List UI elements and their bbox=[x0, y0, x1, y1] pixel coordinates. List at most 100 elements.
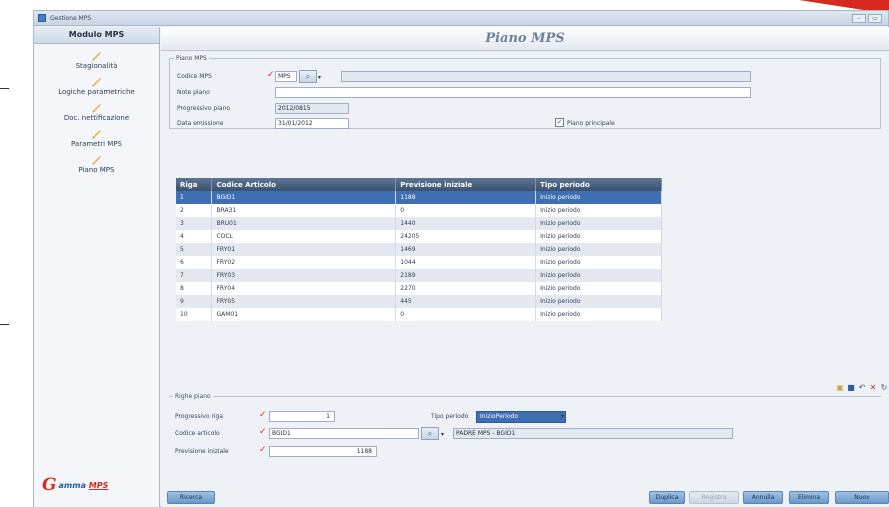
maximize-icon[interactable]: ▭ bbox=[868, 13, 882, 23]
table-cell: 24205 bbox=[395, 230, 537, 243]
table-row[interactable]: 9 FRY05 445 Inizio periodo bbox=[176, 295, 662, 308]
table-cell: Inizio periodo bbox=[535, 191, 662, 204]
elimina-button[interactable]: Elimina bbox=[789, 491, 829, 504]
save-icon[interactable]: ■ bbox=[846, 383, 856, 393]
new-row-icon[interactable]: ▣ bbox=[835, 383, 845, 393]
chevron-down-icon[interactable]: ▾ bbox=[318, 74, 321, 81]
app-window: Gestione MPS – ▭ Modulo MPS Stagionalità… bbox=[33, 10, 889, 507]
data-emissione-field[interactable]: 31/01/2012 bbox=[275, 118, 349, 129]
table-row[interactable]: 4 COCL 24205 Inizio periodo bbox=[176, 230, 662, 243]
table-cell: BGID1 bbox=[211, 191, 397, 204]
column-header[interactable]: Codice Articolo bbox=[211, 178, 397, 191]
sidebar-item-stagionalita[interactable]: Stagionalità bbox=[34, 49, 159, 70]
row-toolbar: ▣ ■ ↶ ✕ ↻ bbox=[835, 383, 889, 393]
undo-icon[interactable]: ↶ bbox=[857, 383, 867, 393]
table-row[interactable]: 10 GAM01 0 Inizio periodo bbox=[176, 308, 662, 321]
sidebar-item-logiche[interactable]: Logiche parametriche bbox=[34, 75, 159, 96]
table-row[interactable]: 8 FRY04 2270 Inizio periodo bbox=[176, 282, 662, 295]
required-check-icon: ✓ bbox=[259, 445, 267, 455]
minimize-icon[interactable]: – bbox=[852, 13, 866, 23]
table-cell: BRA31 bbox=[211, 204, 397, 217]
table-row[interactable]: 3 BRU01 1440 Inizio periodo bbox=[176, 217, 662, 230]
table-cell: 2189 bbox=[395, 269, 537, 282]
tipo-periodo-select[interactable]: InizioPeriodo bbox=[476, 411, 566, 423]
table-row[interactable]: 2 BRA31 0 Inizio periodo bbox=[176, 204, 662, 217]
window-title: Gestione MPS bbox=[50, 14, 92, 22]
sidebar-item-parametri[interactable]: Parametri MPS bbox=[34, 127, 159, 148]
button-bar: Ricerca Duplica Registra Annulla Elimina… bbox=[161, 491, 889, 507]
table-cell: 0 bbox=[395, 308, 537, 321]
sidebar-header: Modulo MPS bbox=[34, 27, 159, 44]
piano-principale-checkbox[interactable]: ✓ bbox=[555, 118, 564, 127]
note-piano-field[interactable] bbox=[275, 87, 751, 98]
table-cell: Inizio periodo bbox=[535, 230, 662, 243]
required-check-icon: ✓ bbox=[259, 427, 267, 437]
table-cell: 5 bbox=[176, 243, 213, 256]
ricerca-button[interactable]: Ricerca bbox=[167, 491, 215, 504]
table-cell: COCL bbox=[211, 230, 397, 243]
duplica-button[interactable]: Duplica bbox=[649, 491, 685, 504]
articolo-description: PADRE MPS - BGID1 bbox=[453, 428, 733, 439]
table-row[interactable]: 7 FRY03 2189 Inizio periodo bbox=[176, 269, 662, 282]
registra-button[interactable]: Registra bbox=[689, 491, 739, 504]
title-bar: Gestione MPS – ▭ bbox=[34, 11, 888, 26]
table-cell: 445 bbox=[395, 295, 537, 308]
progressivo-piano-field: 2012/0815 bbox=[275, 103, 349, 114]
column-header[interactable]: Previsione iniziale bbox=[395, 178, 537, 191]
table-cell: Inizio periodo bbox=[535, 308, 662, 321]
required-check-icon: ✓ bbox=[267, 70, 275, 80]
annulla-button[interactable]: Annulla bbox=[743, 491, 783, 504]
codice-articolo-field[interactable]: BGID1 bbox=[269, 428, 419, 439]
page-mark bbox=[0, 88, 9, 89]
table-cell: 2270 bbox=[395, 282, 537, 295]
piano-principale-label: Piano principale bbox=[567, 120, 615, 127]
table-cell: 1044 bbox=[395, 256, 537, 269]
page-mark bbox=[0, 324, 9, 325]
note-piano-label: Note piano bbox=[177, 89, 210, 96]
app-icon bbox=[38, 14, 46, 22]
righe-piano-legend: Righe piano bbox=[175, 393, 211, 400]
table-cell: 6 bbox=[176, 256, 213, 269]
sidebar-item-doc-nettificazione[interactable]: Doc. nettificazione bbox=[34, 101, 159, 122]
progressivo-riga-field[interactable]: 1 bbox=[269, 411, 335, 422]
table-cell: Inizio periodo bbox=[535, 282, 662, 295]
lookup-icon[interactable]: ⌕ bbox=[421, 427, 439, 440]
previsione-iniziale-field[interactable]: 1188 bbox=[269, 446, 377, 457]
righe-table: Riga Codice Articolo Previsione iniziale… bbox=[176, 178, 662, 321]
table-cell: 7 bbox=[176, 269, 213, 282]
table-header-row: Riga Codice Articolo Previsione iniziale… bbox=[176, 178, 662, 191]
lookup-icon[interactable]: ⌕ bbox=[299, 70, 317, 83]
nuovo-button[interactable]: Nuov bbox=[835, 491, 889, 504]
codice-articolo-label: Codice articolo bbox=[175, 430, 220, 437]
codice-mps-label: Codice MPS bbox=[177, 73, 212, 80]
table-cell: Inizio periodo bbox=[535, 269, 662, 282]
sidebar-item-piano[interactable]: Piano MPS bbox=[34, 153, 159, 174]
table-cell: 10 bbox=[176, 308, 213, 321]
table-cell: 8 bbox=[176, 282, 213, 295]
table-row[interactable]: 5 FRY01 1469 Inizio periodo bbox=[176, 243, 662, 256]
gamma-mps-logo: G amma MPS bbox=[42, 475, 109, 495]
table-row[interactable]: 1 BGID1 1188 Inizio periodo bbox=[176, 191, 662, 204]
chevron-down-icon[interactable]: ▾ bbox=[561, 413, 564, 420]
table-cell: Inizio periodo bbox=[535, 256, 662, 269]
table-cell: GAM01 bbox=[211, 308, 397, 321]
table-cell: 2 bbox=[176, 204, 213, 217]
pencil-icon bbox=[92, 156, 101, 165]
table-cell: 1469 bbox=[395, 243, 537, 256]
refresh-icon[interactable]: ↻ bbox=[879, 383, 889, 393]
column-header[interactable]: Riga bbox=[176, 178, 213, 191]
table-cell: 3 bbox=[176, 217, 213, 230]
sidebar-item-label: Logiche parametriche bbox=[58, 88, 135, 96]
table-cell: FRY02 bbox=[211, 256, 397, 269]
table-cell: 4 bbox=[176, 230, 213, 243]
pencil-icon bbox=[92, 52, 101, 61]
table-cell: 1 bbox=[176, 191, 213, 204]
data-emissione-label: Data emissione bbox=[177, 120, 224, 127]
table-row[interactable]: 6 FRY02 1044 Inizio periodo bbox=[176, 256, 662, 269]
codice-mps-field[interactable]: MPS bbox=[275, 71, 297, 82]
main-panel: Piano MPS Piano MPS Codice MPS ✓ MPS ⌕ ▾… bbox=[161, 27, 889, 507]
chevron-down-icon[interactable]: ▾ bbox=[441, 431, 444, 438]
delete-icon[interactable]: ✕ bbox=[868, 383, 878, 393]
column-header[interactable]: Tipo periodo bbox=[535, 178, 662, 191]
sidebar-item-label: Piano MPS bbox=[78, 166, 115, 174]
